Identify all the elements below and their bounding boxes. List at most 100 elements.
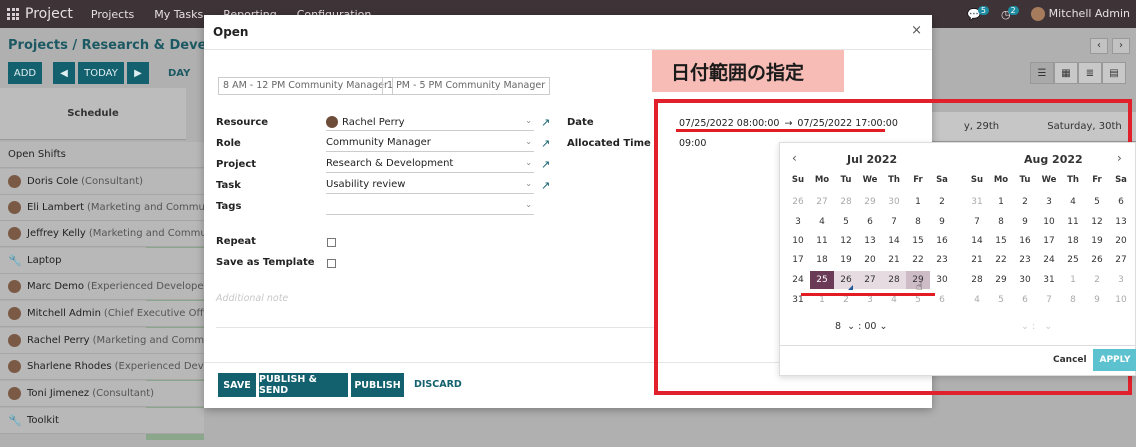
menu-projects[interactable]: Projects bbox=[91, 8, 134, 21]
calendar-day[interactable]: 7 bbox=[965, 213, 989, 231]
calendar-day[interactable]: 8 bbox=[906, 213, 930, 231]
calendar-day[interactable]: 9 bbox=[930, 213, 954, 231]
gantt-resource-row[interactable]: Doris Cole (Consultant) bbox=[0, 169, 204, 195]
calendar-view-icon[interactable]: ▦ bbox=[1054, 62, 1078, 84]
add-button[interactable]: ADD bbox=[8, 62, 42, 84]
pager-next-icon[interactable]: › bbox=[1112, 38, 1130, 54]
calendar-day[interactable]: 26 bbox=[834, 271, 858, 289]
calendar-day[interactable]: 11 bbox=[810, 232, 834, 250]
additional-note-field[interactable]: Additional note bbox=[216, 293, 288, 304]
list-view-icon[interactable]: ≣ bbox=[1078, 62, 1102, 84]
apps-menu-icon[interactable] bbox=[7, 8, 19, 20]
pager-prev-icon[interactable]: ‹ bbox=[1090, 38, 1108, 54]
calendar-day[interactable]: 10 bbox=[1037, 213, 1061, 231]
apply-button[interactable]: APPLY bbox=[1093, 349, 1136, 371]
chat-icon[interactable]: 💬5 bbox=[967, 5, 989, 21]
gantt-resource-row[interactable]: Toni Jimenez (Consultant) bbox=[0, 381, 204, 407]
calendar-day[interactable]: 22 bbox=[989, 251, 1013, 269]
calendar-day[interactable]: 24 bbox=[1037, 251, 1061, 269]
discard-button[interactable]: DISCARD bbox=[414, 379, 462, 390]
calendar-day[interactable]: 7 bbox=[882, 213, 906, 231]
prev-month-icon[interactable]: ‹ bbox=[792, 151, 797, 165]
menu-my-tasks[interactable]: My Tasks bbox=[154, 8, 203, 21]
gantt-resource-row[interactable]: Rachel Perry (Marketing and Commu bbox=[0, 328, 204, 354]
calendar-day[interactable]: 27 bbox=[858, 271, 882, 289]
gantt-resource-row[interactable]: Marc Demo (Experienced Developer) bbox=[0, 274, 204, 300]
repeat-checkbox[interactable] bbox=[327, 238, 336, 247]
gantt-resource-row[interactable]: Jeffrey Kelly (Marketing and Commun bbox=[0, 221, 204, 247]
calendar-day[interactable]: 4 bbox=[1061, 193, 1085, 211]
calendar-day[interactable]: 20 bbox=[858, 251, 882, 269]
calendar-day[interactable]: 10 bbox=[1109, 291, 1133, 309]
hour-select[interactable]: 8 bbox=[835, 321, 841, 332]
gantt-resource-row[interactable]: 🔧 Toolkit bbox=[0, 408, 204, 434]
calendar-day[interactable]: 11 bbox=[1061, 213, 1085, 231]
calendar-day[interactable]: 8 bbox=[989, 213, 1013, 231]
gantt-resource-row[interactable]: Sharlene Rhodes(Experienced Develo bbox=[0, 354, 204, 380]
calendar-day[interactable]: 15 bbox=[906, 232, 930, 250]
calendar-day[interactable]: 7 bbox=[1037, 291, 1061, 309]
calendar-day[interactable]: 3 bbox=[1037, 193, 1061, 211]
app-brand[interactable]: Project bbox=[25, 6, 73, 22]
calendar-day[interactable]: 15 bbox=[989, 232, 1013, 250]
publish-send-button[interactable]: PUBLISH & SEND bbox=[259, 373, 348, 397]
project-field[interactable]: Research & Development ⌄ bbox=[326, 158, 534, 173]
template-button-morning[interactable]: 8 AM - 12 PM Community Manager bbox=[218, 77, 393, 95]
calendar-day[interactable]: 2 bbox=[1013, 193, 1037, 211]
calendar-day[interactable]: 2 bbox=[930, 193, 954, 211]
gantt-resource-row[interactable]: 🔧 Laptop bbox=[0, 248, 204, 274]
role-field[interactable]: Community Manager ⌄ bbox=[326, 137, 534, 152]
publish-button[interactable]: PUBLISH bbox=[351, 373, 404, 397]
calendar-day[interactable]: 2 bbox=[1085, 271, 1109, 289]
external-link-icon[interactable]: ↗ bbox=[541, 179, 550, 192]
calendar-day[interactable]: 17 bbox=[1037, 232, 1061, 250]
calendar-day[interactable]: 21 bbox=[882, 251, 906, 269]
calendar-day[interactable]: 28 bbox=[965, 271, 989, 289]
calendar-day[interactable]: 25 bbox=[810, 271, 834, 289]
calendar-day[interactable]: 29 bbox=[858, 193, 882, 211]
calendar-day[interactable]: 6 bbox=[1109, 193, 1133, 211]
calendar-day[interactable]: 20 bbox=[1109, 232, 1133, 250]
calendar-day[interactable]: 3 bbox=[786, 213, 810, 231]
tags-field[interactable]: ⌄ bbox=[326, 200, 534, 215]
calendar-day[interactable]: 27 bbox=[810, 193, 834, 211]
calendar-day[interactable]: 4 bbox=[965, 291, 989, 309]
user-menu[interactable]: Mitchell Admin bbox=[1030, 7, 1130, 21]
gantt-resource-row[interactable]: Mitchell Admin (Chief Executive Offic bbox=[0, 301, 204, 327]
calendar-day[interactable]: 26 bbox=[786, 193, 810, 211]
task-field[interactable]: Usability review ⌄ bbox=[326, 179, 534, 194]
external-link-icon[interactable]: ↗ bbox=[541, 137, 550, 150]
calendar-day[interactable]: 28 bbox=[834, 193, 858, 211]
calendar-day[interactable]: 23 bbox=[930, 251, 954, 269]
calendar-day[interactable]: 18 bbox=[1061, 232, 1085, 250]
today-button[interactable]: TODAY bbox=[78, 62, 124, 84]
calendar-day[interactable]: 5 bbox=[834, 213, 858, 231]
calendar-day[interactable]: 12 bbox=[1085, 213, 1109, 231]
calendar-day[interactable]: 19 bbox=[1085, 232, 1109, 250]
calendar-day[interactable]: 22 bbox=[906, 251, 930, 269]
calendar-day[interactable]: 31 bbox=[965, 193, 989, 211]
save-template-checkbox[interactable] bbox=[327, 259, 336, 268]
calendar-day[interactable]: 8 bbox=[1061, 291, 1085, 309]
minute-select[interactable]: 00 bbox=[864, 321, 876, 332]
calendar-day[interactable]: 26 bbox=[1085, 251, 1109, 269]
gantt-resource-row[interactable]: Eli Lambert (Marketing and Commun bbox=[0, 195, 204, 221]
calendar-day[interactable]: 30 bbox=[882, 193, 906, 211]
calendar-day[interactable]: 19 bbox=[834, 251, 858, 269]
calendar-day[interactable]: 30 bbox=[930, 271, 954, 289]
calendar-day[interactable]: 9 bbox=[1013, 213, 1037, 231]
resource-field[interactable]: Rachel Perry ⌄ bbox=[326, 116, 534, 131]
calendar-day[interactable]: 3 bbox=[1109, 271, 1133, 289]
calendar-day[interactable]: 5 bbox=[989, 291, 1013, 309]
gantt-view-icon[interactable]: ☰ bbox=[1030, 62, 1054, 84]
activity-icon[interactable]: ◷2 bbox=[1001, 5, 1019, 21]
calendar-day[interactable]: 16 bbox=[930, 232, 954, 250]
calendar-day[interactable]: 29 bbox=[989, 271, 1013, 289]
calendar-day[interactable]: 5 bbox=[1085, 193, 1109, 211]
calendar-day[interactable]: 21 bbox=[965, 251, 989, 269]
next-button[interactable]: ▶ bbox=[127, 62, 149, 84]
calendar-day[interactable]: 18 bbox=[810, 251, 834, 269]
calendar-day[interactable]: 13 bbox=[858, 232, 882, 250]
calendar-day[interactable]: 6 bbox=[1013, 291, 1037, 309]
calendar-day[interactable]: 16 bbox=[1013, 232, 1037, 250]
